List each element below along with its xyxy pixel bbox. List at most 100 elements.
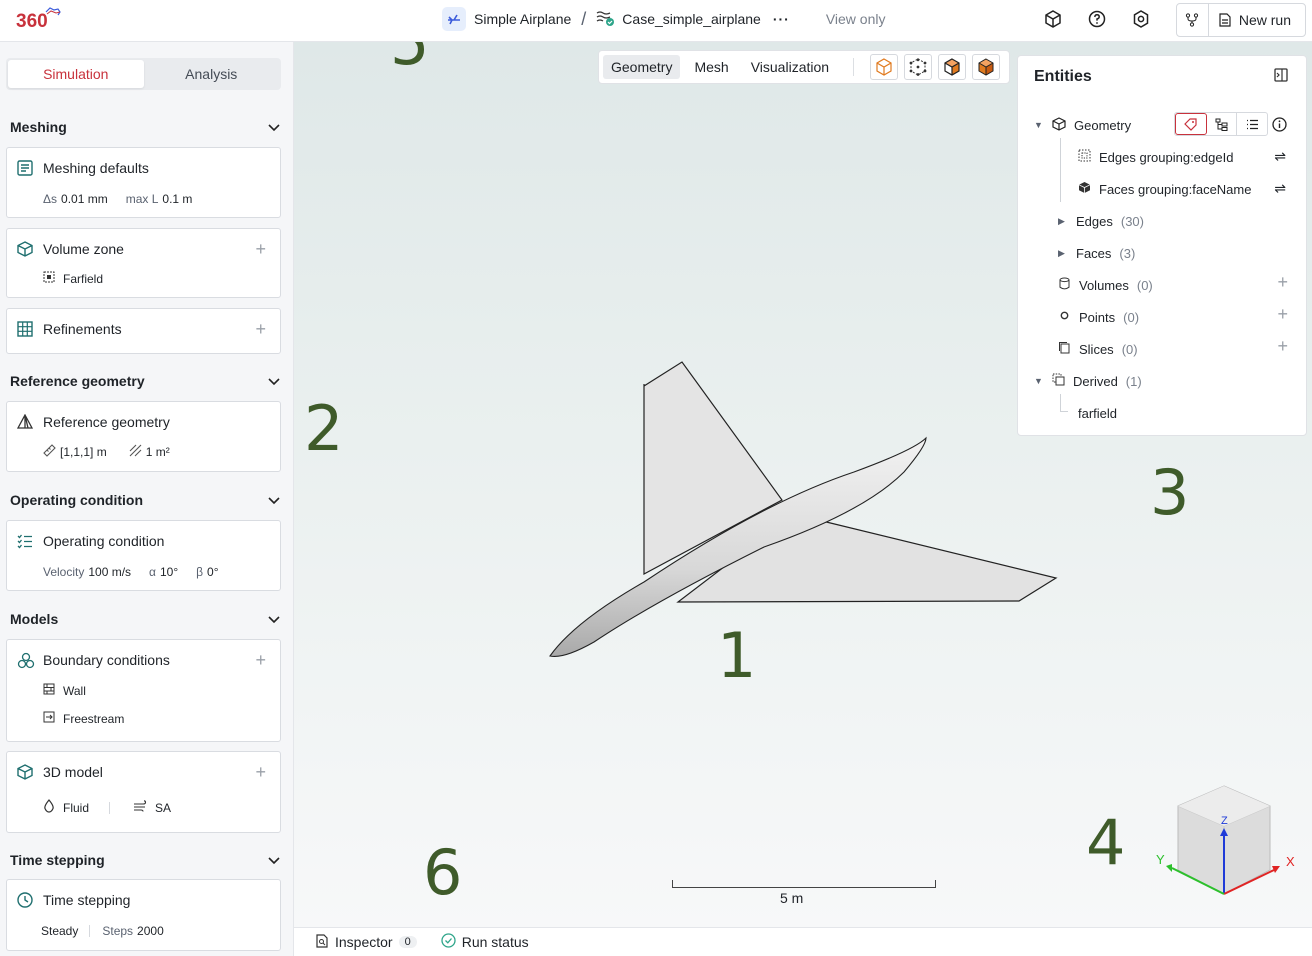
chevron-down-icon[interactable] — [268, 119, 280, 135]
volume-zone-card[interactable]: Volume zone + Farfield — [6, 228, 281, 298]
operating-condition-card[interactable]: Operating condition Velocity 100 m/s α 1… — [6, 520, 281, 591]
card-title: 3D model — [43, 764, 103, 780]
section-models-header[interactable]: Models — [10, 609, 280, 629]
beta-label: β — [196, 565, 204, 579]
tree-label: Points — [1079, 309, 1116, 325]
tree-item-geometry[interactable]: ▼ Geometry — [1034, 114, 1131, 136]
caret-down-icon[interactable]: ▼ — [1034, 120, 1044, 130]
3d-model-icon — [17, 764, 35, 782]
boundary-conditions-card[interactable]: Boundary conditions + Wall Freestream — [6, 639, 281, 742]
case-name[interactable]: Case_simple_airplane — [622, 11, 761, 27]
tab-analysis[interactable]: Analysis — [144, 60, 280, 88]
tab-simulation[interactable]: Simulation — [8, 60, 144, 88]
add-slice-icon[interactable]: + — [1277, 336, 1288, 357]
settings-icon[interactable] — [1130, 8, 1152, 30]
section-operating-header[interactable]: Operating condition — [10, 490, 280, 510]
add-volume-icon[interactable]: + — [1277, 272, 1288, 293]
boundary-item-wall[interactable]: Wall — [63, 684, 86, 698]
reference-length: [1,1,1] m — [60, 445, 107, 459]
info-icon[interactable] — [1272, 117, 1287, 135]
cube-icon — [1052, 116, 1066, 134]
tree-item-slices[interactable]: Slices (0) — [1058, 338, 1138, 360]
derived-icon — [1052, 373, 1065, 389]
add-icon[interactable]: + — [255, 651, 266, 669]
tree-item-faces-grouping[interactable]: Faces grouping:faceName — [1078, 178, 1251, 200]
pyramid-icon — [16, 413, 35, 432]
tree-count: (0) — [1123, 309, 1140, 325]
section-title: Time stepping — [10, 852, 105, 868]
new-run-button[interactable]: New run — [1209, 4, 1305, 36]
section-title: Reference geometry — [10, 373, 145, 389]
tree-item-points[interactable]: Points (0) — [1058, 306, 1139, 328]
tree-label: Faces — [1076, 245, 1112, 261]
chevron-down-icon[interactable] — [268, 611, 280, 627]
steps-label: Steps — [102, 924, 134, 938]
tree-item-volumes[interactable]: Volumes (0) — [1058, 274, 1153, 296]
tree-label: Slices — [1079, 341, 1114, 357]
droplet-icon — [43, 799, 55, 816]
run-status-label: Run status — [461, 934, 529, 950]
ruler-icon — [43, 444, 56, 460]
cube-icon[interactable] — [1042, 8, 1064, 30]
meshing-defaults-icon — [17, 160, 35, 178]
add-icon[interactable]: + — [255, 320, 266, 338]
tree-count: (0) — [1121, 341, 1138, 357]
axis-x-label: X — [1286, 854, 1295, 869]
volume-zone-item[interactable]: Farfield — [63, 272, 103, 286]
tree-item-farfield[interactable]: farfield — [1078, 402, 1117, 424]
model-turbulence[interactable]: SA — [155, 801, 171, 815]
meshing-defaults-card[interactable]: Meshing defaults Δs 0.01 mm max L 0.1 m — [6, 147, 281, 218]
hierarchy-icon[interactable] — [1207, 113, 1238, 135]
section-meshing-header[interactable]: Meshing — [10, 117, 280, 137]
inspector-button[interactable]: Inspector 0 — [316, 933, 417, 951]
app-logo[interactable]: 360 — [16, 6, 62, 32]
chevron-down-icon[interactable] — [268, 492, 280, 508]
breadcrumb-separator: / — [581, 8, 587, 29]
tag-icon[interactable] — [1175, 113, 1207, 135]
top-bar: 360 Simple Airplane / Case_simple_airpla… — [0, 0, 1312, 42]
tree-item-faces[interactable]: ▶ Faces (3) — [1058, 242, 1135, 264]
area-icon — [129, 444, 142, 460]
tree-item-edges-grouping[interactable]: Edges grouping:edgeId — [1078, 146, 1233, 168]
tree-count: (3) — [1119, 245, 1136, 261]
boundary-item-freestream[interactable]: Freestream — [63, 712, 124, 726]
beta-value: 0° — [207, 565, 219, 579]
section-title: Meshing — [10, 119, 67, 135]
caret-right-icon[interactable]: ▶ — [1058, 216, 1068, 227]
swap-icon[interactable]: ⇌ — [1274, 180, 1286, 197]
tree-connector — [1060, 394, 1068, 412]
tree-item-derived[interactable]: ▼ Derived (1) — [1034, 370, 1142, 392]
geometry-view-buttons — [1174, 112, 1268, 136]
add-icon[interactable]: + — [255, 240, 266, 258]
help-icon[interactable] — [1086, 8, 1108, 30]
add-point-icon[interactable]: + — [1277, 304, 1288, 325]
branch-icon[interactable] — [1177, 4, 1209, 36]
velocity-label: Velocity — [43, 565, 85, 579]
section-reference-header[interactable]: Reference geometry — [10, 371, 280, 391]
tree-item-edges[interactable]: ▶ Edges (30) — [1058, 210, 1144, 232]
more-options-icon[interactable]: ··· — [773, 11, 790, 27]
chevron-down-icon[interactable] — [268, 852, 280, 868]
run-status-button[interactable]: Run status — [441, 933, 529, 951]
orientation-cube[interactable]: Z X Y — [1150, 782, 1310, 902]
grid-icon — [17, 321, 35, 339]
alpha-value: 10° — [159, 565, 179, 579]
card-title: Meshing defaults — [43, 160, 149, 176]
collapse-panel-icon[interactable] — [1274, 68, 1290, 84]
volume-zone-icon — [17, 241, 35, 259]
card-title: Operating condition — [43, 533, 165, 549]
section-time-header[interactable]: Time stepping — [10, 850, 280, 870]
model-fluid[interactable]: Fluid — [63, 801, 89, 815]
caret-down-icon[interactable]: ▼ — [1034, 376, 1044, 386]
swap-icon[interactable]: ⇌ — [1274, 148, 1286, 165]
time-stepping-card[interactable]: Time stepping Steady Steps 2000 — [6, 879, 281, 951]
chevron-down-icon[interactable] — [268, 373, 280, 389]
reference-geometry-card[interactable]: Reference geometry [1,1,1] m 1 m² — [6, 401, 281, 472]
caret-right-icon[interactable]: ▶ — [1058, 248, 1068, 259]
list-icon[interactable] — [1237, 113, 1267, 135]
slices-icon — [1058, 341, 1071, 357]
project-name[interactable]: Simple Airplane — [474, 11, 571, 27]
add-icon[interactable]: + — [255, 763, 266, 781]
3d-model-card[interactable]: 3D model + Fluid SA — [6, 751, 281, 833]
refinements-card[interactable]: Refinements + — [6, 308, 281, 354]
